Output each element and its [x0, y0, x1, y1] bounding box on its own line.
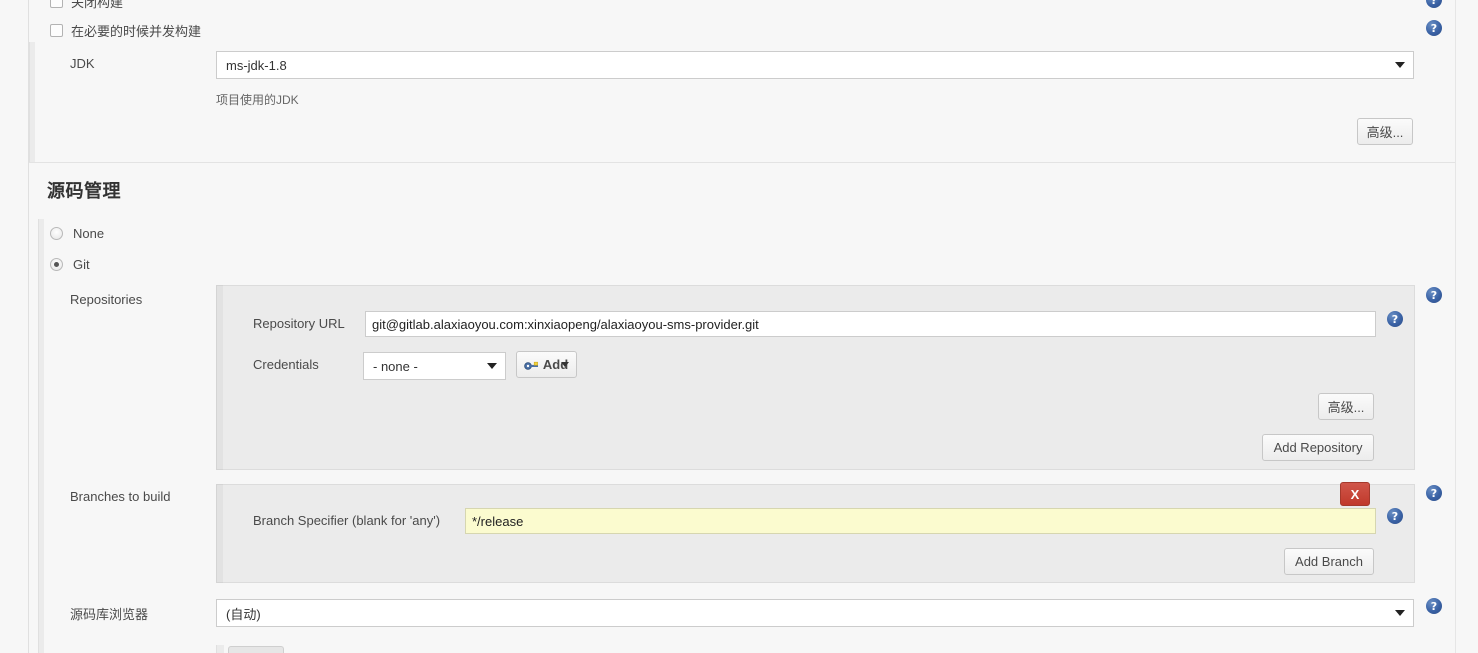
concurrent-build-checkbox[interactable] — [50, 24, 63, 37]
jenkins-job-config-page: 关闭构建 ? 在必要的时候并发构建 ? JDK ms-jdk-1.8 项目使用的… — [0, 0, 1478, 653]
repositories-panel-bar — [216, 285, 223, 470]
scm-radio-git[interactable] — [50, 258, 63, 271]
add-branch-button[interactable]: Add Branch — [1284, 548, 1374, 575]
scm-radio-git-row[interactable]: Git — [50, 257, 90, 272]
repository-url-value: git@gitlab.alaxiaoyou.com:xinxiaopeng/al… — [372, 316, 759, 332]
chevron-down-icon-jdk — [1395, 62, 1405, 68]
scm-radio-none-label: None — [73, 226, 105, 241]
help-icon-branch-specifier[interactable]: ? — [1387, 508, 1403, 524]
branches-to-build-label: Branches to build — [70, 489, 171, 504]
credentials-select-value: - none - — [373, 358, 418, 374]
repository-browser-value: (自动) — [226, 606, 261, 622]
repository-advanced-button[interactable]: 高级... — [1318, 393, 1374, 420]
chevron-down-icon-credentials — [487, 363, 497, 369]
repository-url-label: Repository URL — [253, 316, 345, 331]
jdk-help-note: 项目使用的JDK — [216, 93, 299, 107]
branch-specifier-label: Branch Specifier (blank for 'any') — [253, 513, 441, 528]
repositories-label: Repositories — [70, 292, 143, 307]
cutoff-build-checkbox[interactable] — [50, 0, 63, 8]
branch-specifier-input[interactable]: */release — [465, 508, 1376, 534]
form-right-rule — [1455, 0, 1456, 653]
repository-browser-select[interactable]: (自动) — [216, 599, 1414, 627]
jdk-select-value: ms-jdk-1.8 — [226, 57, 287, 73]
scm-section-title: 源码管理 — [47, 181, 121, 201]
jdk-select[interactable]: ms-jdk-1.8 — [216, 51, 1414, 79]
concurrent-build-checkbox-row[interactable]: 在必要的时候并发构建 — [50, 21, 201, 40]
chevron-down-icon-add-credentials — [561, 362, 570, 367]
bottom-partial-button[interactable] — [228, 646, 284, 653]
add-credentials-button[interactable]: Add — [516, 351, 577, 378]
key-icon — [524, 359, 539, 371]
credentials-select[interactable]: - none - — [363, 352, 506, 380]
delete-branch-button[interactable]: X — [1340, 482, 1370, 506]
help-icon-cutoff-build[interactable]: ? — [1426, 0, 1442, 8]
credentials-label: Credentials — [253, 357, 319, 372]
section-divider — [29, 162, 1455, 163]
general-indent-bar — [29, 42, 35, 162]
repository-browser-label: 源码库浏览器 — [70, 607, 149, 622]
cutoff-build-checkbox-row[interactable]: 关闭构建 — [50, 0, 123, 11]
concurrent-build-label: 在必要的时候并发构建 — [71, 24, 202, 39]
scm-radio-indent-bar — [38, 219, 44, 281]
jdk-label: JDK — [70, 56, 95, 71]
add-repository-button[interactable]: Add Repository — [1262, 434, 1374, 461]
bottom-indent-bar — [216, 645, 224, 653]
cutoff-build-label: 关闭构建 — [71, 0, 124, 10]
help-icon-repository-browser[interactable]: ? — [1426, 598, 1442, 614]
help-icon-concurrent-build[interactable]: ? — [1426, 20, 1442, 36]
repository-url-input[interactable]: git@gitlab.alaxiaoyou.com:xinxiaopeng/al… — [365, 311, 1376, 337]
help-icon-repository-url[interactable]: ? — [1387, 311, 1403, 327]
chevron-down-icon-repository-browser — [1395, 610, 1405, 616]
scm-radio-none[interactable] — [50, 227, 63, 240]
branch-specifier-value: */release — [472, 513, 524, 529]
git-settings-indent-bar — [38, 281, 44, 653]
help-icon-branches[interactable]: ? — [1426, 485, 1442, 501]
scm-radio-none-row[interactable]: None — [50, 226, 104, 241]
help-icon-repositories[interactable]: ? — [1426, 287, 1442, 303]
branches-panel-bar — [216, 484, 223, 583]
general-advanced-button[interactable]: 高级... — [1357, 118, 1413, 145]
scm-radio-git-label: Git — [73, 257, 90, 272]
